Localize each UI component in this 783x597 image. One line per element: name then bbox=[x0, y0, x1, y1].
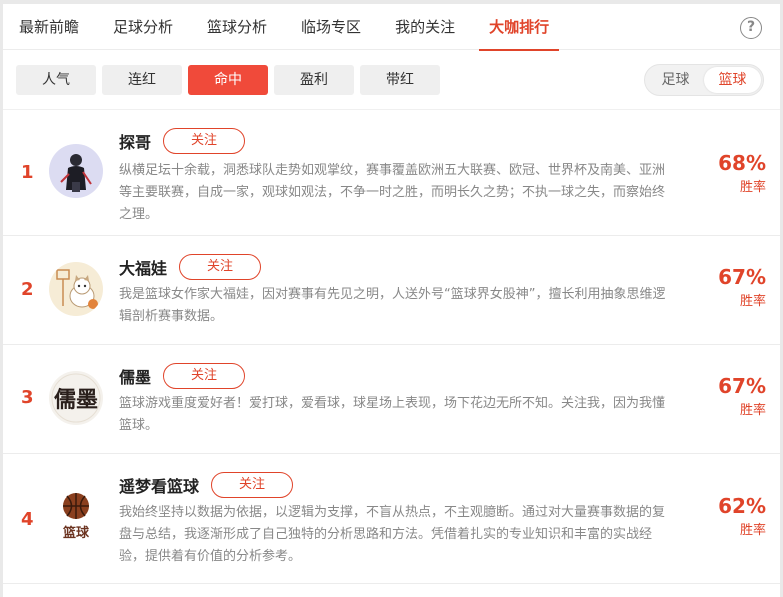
win-rate-label: 胜率 bbox=[739, 403, 766, 418]
follow-button[interactable]: 关注 bbox=[163, 363, 246, 389]
expert-header: 儒墨 关注 bbox=[119, 363, 246, 389]
win-rate: 68% 胜率 bbox=[686, 151, 766, 199]
filter-profit[interactable]: 盈利 bbox=[274, 64, 354, 95]
expert-description: 纵横足坛十余载，洞悉球队走势如观掌纹，赛事覆盖欧洲五大联赛、欧冠、世界杯及南美、… bbox=[119, 163, 666, 222]
expert-header: 大福娃 关注 bbox=[119, 254, 262, 280]
tab-expert-ranking[interactable]: 大咖排行 bbox=[479, 4, 560, 51]
expert-row[interactable]: 2 大福娃 关注 我是篮球女作家大福娃，因对赛事有先见之明，人送外号“篮球界女股… bbox=[3, 236, 780, 345]
follow-button[interactable]: 关注 bbox=[211, 472, 294, 498]
basketball-icon: 篮球 bbox=[49, 488, 103, 542]
sport-toggle: 足球 篮球 bbox=[644, 64, 764, 96]
expert-name: 儒墨 bbox=[119, 368, 152, 387]
follow-button[interactable]: 关注 bbox=[163, 128, 246, 154]
expert-row[interactable]: 4 篮球 遥梦看篮球 关注 我始终坚持以数据为依据，以逻辑为支撑，不盲从热点，不… bbox=[3, 454, 780, 584]
avatar-caption: 篮球 bbox=[62, 525, 90, 541]
expert-header: 探哥 关注 bbox=[119, 128, 246, 154]
avatar-image-icon bbox=[49, 144, 103, 198]
rank-number: 1 bbox=[21, 162, 34, 183]
expert-description: 篮球游戏重度爱好者！爱打球，爱看球，球星场上表现，场下花边无所不知。关注我，因为… bbox=[119, 396, 666, 433]
sport-toggle-football[interactable]: 足球 bbox=[647, 67, 704, 93]
expert-list: 1 探哥 关注 纵横足坛十余载，洞悉球队走势如观掌纹，赛事覆盖欧洲五大联赛、欧冠… bbox=[3, 110, 780, 584]
win-rate-value: 67% bbox=[718, 374, 766, 398]
rank-number: 2 bbox=[21, 279, 34, 300]
win-rate-value: 67% bbox=[718, 265, 766, 289]
expert-row[interactable]: 1 探哥 关注 纵横足坛十余载，洞悉球队走势如观掌纹，赛事覆盖欧洲五大联赛、欧冠… bbox=[3, 110, 780, 236]
win-rate-label: 胜率 bbox=[739, 523, 766, 538]
app-window: 最新前瞻 足球分析 篮球分析 临场专区 我的关注 大咖排行 ? 人气 连红 命中… bbox=[0, 0, 783, 597]
expert-header: 遥梦看篮球 关注 bbox=[119, 472, 294, 498]
win-rate-label: 胜率 bbox=[739, 180, 766, 195]
avatar-image-icon bbox=[49, 262, 103, 316]
top-tab-bar: 最新前瞻 足球分析 篮球分析 临场专区 我的关注 大咖排行 ? bbox=[3, 4, 780, 51]
filter-bar: 人气 连红 命中 盈利 带红 足球 篮球 bbox=[3, 50, 780, 110]
avatar[interactable] bbox=[49, 144, 103, 198]
avatar[interactable]: 儒墨 bbox=[49, 371, 103, 425]
avatar-calligraphy: 儒墨 bbox=[54, 387, 98, 413]
filter-streak[interactable]: 连红 bbox=[102, 64, 182, 95]
filter-hit-rate[interactable]: 命中 bbox=[188, 64, 268, 95]
win-rate-value: 62% bbox=[718, 494, 766, 518]
tab-latest-preview[interactable]: 最新前瞻 bbox=[19, 4, 79, 50]
rank-number: 4 bbox=[21, 509, 34, 530]
sport-toggle-basketball[interactable]: 篮球 bbox=[704, 67, 761, 93]
tab-live-zone[interactable]: 临场专区 bbox=[301, 4, 361, 50]
expert-name: 遥梦看篮球 bbox=[119, 477, 200, 496]
filter-popularity[interactable]: 人气 bbox=[16, 64, 96, 95]
win-rate-value: 68% bbox=[718, 151, 766, 175]
avatar[interactable]: 篮球 bbox=[49, 488, 103, 542]
follow-button[interactable]: 关注 bbox=[179, 254, 262, 280]
help-icon[interactable]: ? bbox=[740, 17, 762, 39]
rank-number: 3 bbox=[21, 387, 34, 408]
tab-my-follows[interactable]: 我的关注 bbox=[395, 4, 455, 50]
win-rate: 67% 胜率 bbox=[686, 265, 766, 313]
tab-basketball-analysis[interactable]: 篮球分析 bbox=[207, 4, 267, 50]
expert-name: 大福娃 bbox=[119, 259, 168, 278]
win-rate-label: 胜率 bbox=[739, 294, 766, 309]
expert-description: 我始终坚持以数据为依据，以逻辑为支撑，不盲从热点，不主观臆断。通过对大量赛事数据… bbox=[119, 505, 666, 564]
avatar[interactable] bbox=[49, 262, 103, 316]
win-rate: 62% 胜率 bbox=[686, 494, 766, 542]
filter-lead-red[interactable]: 带红 bbox=[360, 64, 440, 95]
win-rate: 67% 胜率 bbox=[686, 374, 766, 422]
avatar-image-icon: 儒墨 bbox=[49, 371, 103, 425]
expert-name: 探哥 bbox=[119, 133, 152, 152]
tab-football-analysis[interactable]: 足球分析 bbox=[113, 4, 173, 50]
expert-description: 我是篮球女作家大福娃，因对赛事有先见之明，人送外号“篮球界女股神”，擅长利用抽象… bbox=[119, 287, 666, 324]
expert-row[interactable]: 3 儒墨 儒墨 关注 篮球游戏重度爱好者！爱打球，爱看球，球星场上表现，场下花边… bbox=[3, 345, 780, 454]
